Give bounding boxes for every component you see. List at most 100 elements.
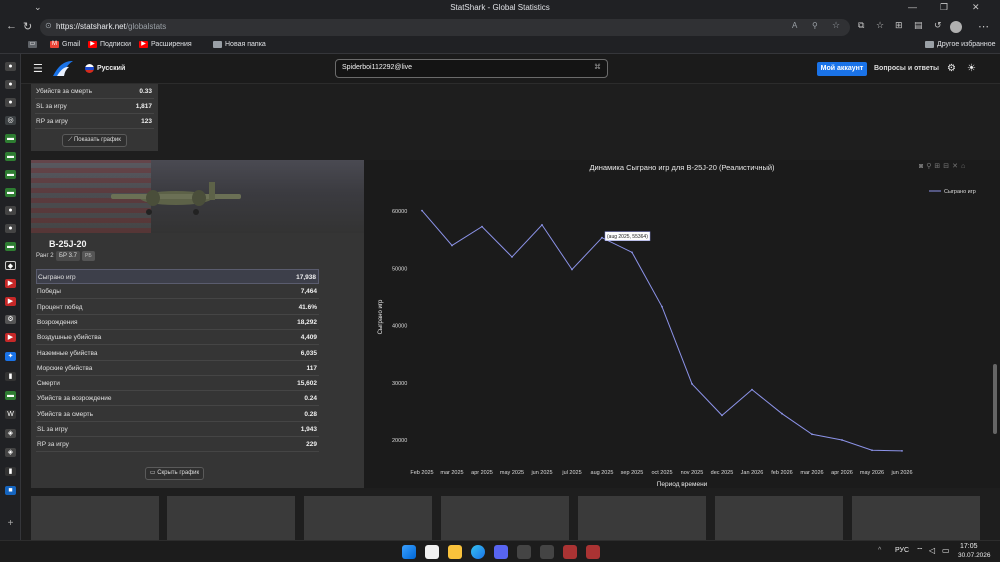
close-icon[interactable]: ✕ [972,2,980,13]
bookmark-new-folder[interactable]: Новая папка [213,41,266,48]
app-green-icon[interactable]: ▬ [5,242,16,251]
history-icon[interactable]: ↺ [934,20,942,31]
stat-row[interactable]: Возрождения 18,292 [36,315,319,330]
app-icon[interactable] [517,545,531,559]
bookmark-tabs-icon[interactable]: ▭ [28,41,37,48]
windows-start-icon[interactable] [402,545,416,559]
vehicle-thumbnail[interactable] [304,496,432,540]
add-icon[interactable]: + [5,519,16,529]
avatar[interactable] [950,21,962,33]
battery-icon[interactable]: ▭ [942,546,950,555]
youtube-icon[interactable]: ▶ [5,333,16,342]
maximize-icon[interactable]: ❐ [940,2,948,13]
split-screen-icon[interactable]: ▤ [914,20,923,31]
stat-row[interactable]: Процент побед 41.6% [36,300,319,315]
stat-row[interactable]: SL за игру 1,943 [36,422,319,437]
bookmark-gmail[interactable]: M Gmail [50,41,80,48]
github-icon[interactable]: ● [5,206,16,215]
reload-icon[interactable]: ↻ [23,20,32,33]
chart-plot[interactable]: 20000 30000 40000 50000 60000 Feb 2025 mar 202… [364,160,1000,488]
youtube-icon[interactable]: ▶ [5,279,16,288]
stat-row-selected[interactable]: Сыграно игр 17,938 [36,269,319,284]
gear-icon[interactable]: ⚙ [947,63,956,74]
clock-date[interactable]: 30.07.2026 [958,552,991,559]
app-green-icon[interactable]: ▬ [5,152,16,161]
back-icon[interactable]: ← [6,20,17,32]
page-scrollbar[interactable] [993,364,997,434]
file-explorer-icon[interactable] [448,545,462,559]
app-blue-icon[interactable]: ■ [5,486,16,495]
stat-row[interactable]: Воздушные убийства 4,409 [36,330,319,346]
discord-icon[interactable] [494,545,508,559]
bookmark-other[interactable]: Другое избранное [925,41,996,48]
bookmark-extensions[interactable]: ▶ Расширения [139,41,192,48]
github-icon[interactable]: ● [5,80,16,89]
app-icon[interactable] [540,545,554,559]
app-green-icon[interactable]: ▬ [5,170,16,179]
diamond-icon[interactable]: ◆ [5,261,16,270]
store-icon[interactable] [425,545,439,559]
app-green-icon[interactable]: ▬ [5,188,16,197]
site-info-icon[interactable]: ⊙ [45,21,52,30]
clock-time[interactable]: 17:05 [960,543,978,550]
vehicle-thumbnail[interactable] [441,496,569,540]
url-input[interactable]: ⊙ https://statshark.net/globalstats A ⚲ … [40,19,850,36]
statshark-icon[interactable]: ✦ [5,352,16,361]
shield-icon[interactable]: ◈ [5,448,16,457]
extensions-icon[interactable]: ⧉ [858,20,864,31]
more-menu-icon[interactable]: ⋯ [978,20,989,33]
github-icon[interactable]: ● [5,224,16,233]
game-icon[interactable] [563,545,577,559]
wiki-icon[interactable]: W [5,410,16,419]
stat-row[interactable]: Убийств за возрождение 0.24 [36,391,319,407]
app-icon[interactable]: ▮ [5,372,16,381]
gear-icon[interactable]: ⚙ [5,315,16,324]
search-submit-icon[interactable]: ⌘ [594,63,601,71]
vehicle-thumbnail[interactable] [31,496,159,540]
favorite-star-icon[interactable]: ☆ [832,20,840,31]
tooltip-text: (aug 2025, 55364) [607,234,648,240]
app-green-icon[interactable]: ▬ [5,134,16,143]
tray-expand-icon[interactable]: ^ [878,547,881,554]
read-aloud-icon[interactable]: A [792,21,797,30]
stat-row[interactable]: RP за игру 229 [36,437,319,453]
game-icon[interactable] [586,545,600,559]
language-selector[interactable]: Русский [97,65,125,72]
stat-row[interactable]: Убийств за смерть 0.28 [36,407,319,422]
vehicle-thumbnail[interactable] [852,496,980,540]
youtube-icon[interactable]: ▶ [5,297,16,306]
edge-icon[interactable] [471,545,485,559]
y-tick-label: 30000 [392,381,407,387]
globe-icon[interactable]: ◎ [5,116,16,125]
bookmark-subscriptions[interactable]: ▶ Подписки [88,41,131,48]
github-icon[interactable]: ● [5,98,16,107]
hide-chart-button[interactable]: ▭ Скрыть график [145,467,204,480]
shield-icon[interactable]: ◈ [5,429,16,438]
vehicle-thumbnail[interactable] [578,496,706,540]
collections-icon[interactable]: ⊞ [895,20,903,31]
my-account-button[interactable]: Мой аккаунт [817,62,867,76]
favorites-icon[interactable]: ☆ [876,20,884,31]
input-language[interactable]: РУС [895,547,909,554]
github-icon[interactable]: ● [5,62,16,71]
vehicle-thumbnail[interactable] [167,496,295,540]
show-chart-button[interactable]: ⟋ Показать график [62,134,127,147]
player-search-input[interactable]: Spiderboi112292@live ⌘ [335,59,608,78]
minimize-icon[interactable]: — [908,2,917,12]
app-icon[interactable]: ▮ [5,467,16,476]
tab-search-icon[interactable]: ⌄ [34,2,42,13]
zoom-icon[interactable]: ⚲ [812,21,818,30]
stat-row[interactable]: Морские убийства 117 [36,361,319,376]
app-green-icon[interactable]: ▬ [5,391,16,400]
stat-row[interactable]: Победы 7,464 [36,284,319,300]
volume-icon[interactable]: ◁ [929,546,935,555]
stat-row[interactable]: Наземные убийства 6,035 [36,346,319,361]
theme-toggle-icon[interactable]: ☀ [967,63,976,74]
stat-value: 15,602 [297,380,317,388]
wifi-icon[interactable]: ⌔ [916,546,924,556]
hamburger-menu-icon[interactable]: ☰ [33,62,43,75]
statshark-logo-icon[interactable] [51,58,75,80]
faq-button[interactable]: Вопросы и ответы [874,65,939,72]
vehicle-thumbnail[interactable] [715,496,843,540]
stat-row[interactable]: Смерти 15,602 [36,376,319,392]
